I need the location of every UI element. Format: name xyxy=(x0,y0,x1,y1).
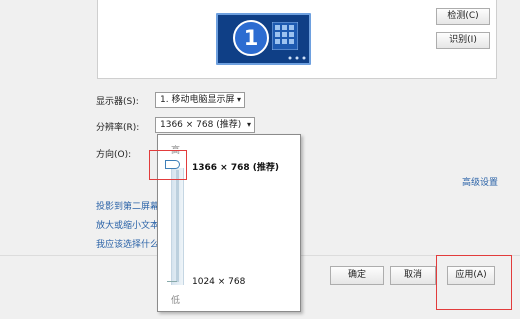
project-second-screen-link[interactable]: 投影到第二屏幕 xyxy=(96,199,159,212)
text-size-link[interactable]: 放大或缩小文本 xyxy=(96,218,159,231)
resolution-label: 分辨率(R): xyxy=(96,123,140,133)
cancel-button[interactable]: 取消 xyxy=(390,266,436,285)
display-label: 显示器(S): xyxy=(96,97,139,107)
resolution-select-value: 1366 × 768 (推荐) xyxy=(160,120,242,130)
identify-button[interactable]: 识别(I) xyxy=(436,32,490,49)
slider-track-groove xyxy=(176,170,179,282)
monitor-number-badge: 1 xyxy=(233,20,269,56)
resolution-option-min[interactable]: 1024 × 768 xyxy=(192,277,245,287)
resolution-select[interactable]: 1366 × 768 (推荐) ▾ xyxy=(155,117,255,133)
resolution-option-max[interactable]: 1366 × 768 (推荐) xyxy=(192,160,279,173)
slider-tick-low xyxy=(167,281,177,282)
display-select-value: 1. 移动电脑显示屏 xyxy=(160,95,235,105)
advanced-settings-link[interactable]: 高级设置 xyxy=(462,175,498,188)
display-select[interactable]: 1. 移动电脑显示屏 ▾ xyxy=(155,92,245,108)
monitor-grid-icon xyxy=(272,22,298,50)
orientation-label: 方向(O): xyxy=(96,150,132,160)
chevron-down-icon: ▾ xyxy=(236,95,241,104)
monitor-dots-icon xyxy=(288,56,306,60)
which-settings-link[interactable]: 我应该选择什么 xyxy=(96,237,159,250)
ok-button[interactable]: 确定 xyxy=(330,266,384,285)
slider-low-label: 低 xyxy=(171,296,181,306)
annotation-highlight-thumb xyxy=(149,150,187,180)
annotation-highlight-apply xyxy=(436,255,512,310)
detect-button[interactable]: 检测(C) xyxy=(436,8,490,25)
chevron-down-icon: ▾ xyxy=(246,120,251,129)
